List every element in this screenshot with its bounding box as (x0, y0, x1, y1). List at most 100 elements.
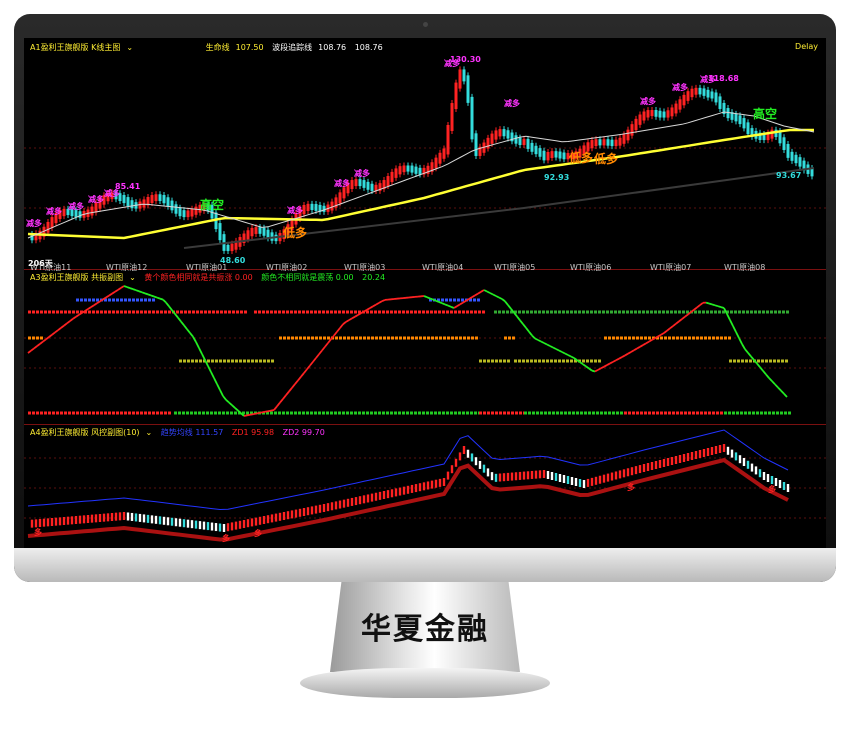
risk-candle (286, 511, 290, 520)
risk-candle (706, 448, 710, 456)
chevron-down-icon[interactable]: ⌄ (129, 273, 136, 282)
risk-candle (534, 470, 538, 479)
resonance-bottom-green (536, 411, 539, 415)
resonance-yellow-band (211, 359, 214, 363)
resonance-yellow-band (223, 359, 226, 363)
candle-body (702, 88, 706, 96)
risk-candle (310, 506, 314, 515)
resonance-bottom-green (434, 411, 437, 415)
resonance-yellow-band (514, 359, 517, 363)
resonance-green-band (602, 310, 605, 314)
resonance-yellow-band (239, 359, 242, 363)
oscillator-line (207, 365, 212, 373)
resonance-bottom-red (40, 411, 43, 415)
oscillator-line (267, 409, 272, 413)
resonance-orange-band (471, 336, 474, 340)
oscillator-line (522, 323, 527, 329)
candle-body (438, 152, 442, 164)
resonance-red-band (418, 310, 421, 314)
resonance-red-band (322, 310, 325, 314)
oscillator-line (486, 290, 491, 294)
resonance-orange-band (636, 336, 639, 340)
resonance-bottom-green (740, 411, 743, 415)
risk-candle (446, 471, 450, 480)
resonance-red-band (434, 310, 437, 314)
resonance-yellow-band (199, 359, 202, 363)
resonance-orange-band (403, 336, 406, 340)
resonance-red-band (52, 310, 55, 314)
candle-body (794, 154, 798, 164)
oscillator-line (750, 355, 755, 361)
resonance-red-band (188, 310, 191, 314)
candle-body (174, 204, 178, 214)
resonance-orange-band (36, 336, 39, 340)
risk-candle (366, 494, 370, 503)
resonance-green-band (718, 310, 721, 314)
resonance-green-band (578, 310, 581, 314)
resonance-green-band (702, 310, 705, 314)
candle-body (370, 183, 374, 191)
risk-candle (690, 452, 694, 460)
oscillator-line (474, 292, 479, 297)
resonance-green-band (622, 310, 625, 314)
risk-panel-title[interactable]: A4盈利王旗舰版 风控副图(10) (30, 428, 140, 437)
oscillator-line (318, 349, 323, 355)
trend-line-value: 108.76 (318, 43, 347, 52)
resonance-red-band (310, 310, 313, 314)
risk-item-zd1: ZD1 95.98 (231, 428, 275, 437)
chevron-down-icon[interactable]: ⌄ (126, 43, 133, 52)
resonance-bottom-red (76, 411, 79, 415)
resonance-orange-band (443, 336, 446, 340)
chevron-down-icon[interactable]: ⌄ (146, 428, 153, 437)
resonance-yellow-band (562, 359, 565, 363)
risk-candle (742, 458, 746, 466)
resonance-panel-title[interactable]: A3盈利王旗舰版 共振副图 (30, 273, 123, 282)
oscillator-line (189, 332, 194, 338)
risk-candle (650, 462, 654, 470)
oscillator-line (774, 383, 779, 389)
resonance-bottom-red (56, 411, 59, 415)
resonance-bottom-red (128, 411, 131, 415)
oscillator-line (150, 294, 155, 298)
resonance-yellow-band (745, 359, 748, 363)
candle-body (542, 150, 546, 161)
resonance-bottom-green (474, 411, 477, 415)
resonance-bottom-red (72, 411, 75, 415)
resonance-green-band (658, 310, 661, 314)
signal-di-duo: 低多 (283, 226, 308, 240)
resonance-orange-band (279, 336, 282, 340)
resonance-bottom-red (148, 411, 151, 415)
oscillator-line (708, 302, 713, 306)
oscillator-line (162, 299, 167, 304)
resonance-bottom-green (580, 411, 583, 415)
oscillator-line (585, 365, 590, 370)
main-chart-title[interactable]: A1盈利王旗舰版 K线主图 (30, 43, 120, 52)
resonance-green-band (682, 310, 685, 314)
resonance-bottom-green (724, 411, 727, 415)
resonance-bottom-red (499, 411, 502, 415)
oscillator-line (504, 300, 509, 306)
oscillator-line (669, 325, 674, 330)
life-line-value: 107.50 (235, 43, 264, 52)
resonance-bottom-red (668, 411, 671, 415)
resonance-yellow-band (769, 359, 772, 363)
risk-candle (786, 484, 790, 492)
resonance-orange-band (684, 336, 687, 340)
resonance-green-band (582, 310, 585, 314)
candle-body (526, 138, 530, 149)
candle-body (598, 139, 602, 146)
resonance-orange-band (612, 336, 615, 340)
resonance-bottom-green (322, 411, 325, 415)
oscillator-line (42, 338, 47, 343)
risk-candle (306, 507, 310, 516)
oscillator-line (726, 313, 731, 321)
oscillator-line (306, 364, 311, 370)
resonance-red-band (180, 310, 183, 314)
oscillator-line (114, 289, 119, 293)
resonance-green-band (558, 310, 561, 314)
risk-candle (682, 454, 686, 462)
oscillator-line (714, 304, 719, 308)
resonance-green-band (562, 310, 565, 314)
risk-candle (594, 476, 598, 485)
candle-body (738, 115, 742, 125)
